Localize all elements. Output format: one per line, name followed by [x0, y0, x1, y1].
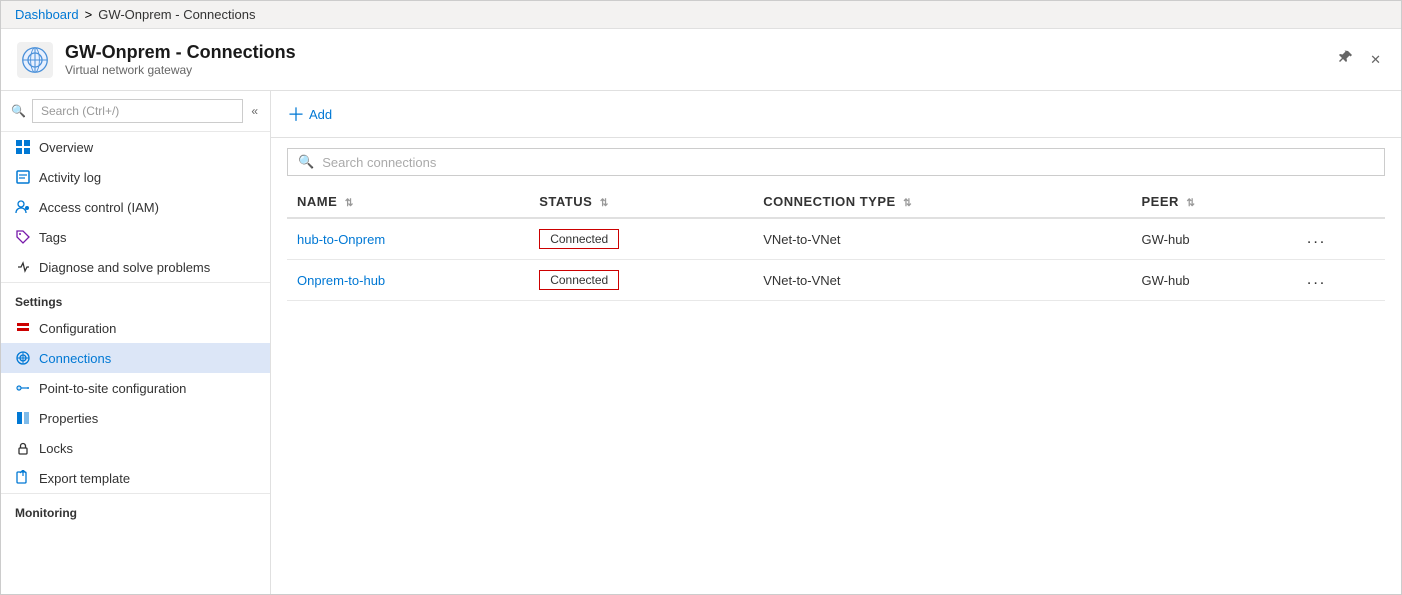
- row2-peer: GW-hub: [1131, 260, 1296, 301]
- table-row: Onprem-to-hub Connected VNet-to-VNet GW-…: [287, 260, 1385, 301]
- col-actions: [1297, 186, 1385, 218]
- sort-icon-type: ⇅: [903, 198, 912, 209]
- pin-button[interactable]: [1334, 45, 1358, 74]
- breadcrumb-separator: >: [85, 7, 93, 22]
- add-icon: ＋: [287, 101, 305, 127]
- search-connections-input[interactable]: [322, 155, 1374, 170]
- sidebar-item-configuration[interactable]: Configuration: [1, 313, 270, 343]
- search-icon: 🔍: [298, 154, 314, 170]
- diagnose-icon: [15, 259, 31, 275]
- page-title: GW-Onprem - Connections: [65, 42, 296, 63]
- sidebar-item-activity-log[interactable]: Activity log: [1, 162, 270, 192]
- config-icon: [15, 320, 31, 336]
- page-subtitle: Virtual network gateway: [65, 63, 296, 77]
- sidebar-collapse-button[interactable]: «: [249, 102, 260, 120]
- activity-icon: [15, 169, 31, 185]
- page-icon: [17, 42, 53, 78]
- sidebar-item-properties[interactable]: Properties: [1, 403, 270, 433]
- sort-icon-peer: ⇅: [1186, 198, 1195, 209]
- sidebar-item-point-to-site[interactable]: Point-to-site configuration: [1, 373, 270, 403]
- settings-section-label: Settings: [1, 282, 270, 313]
- row1-connection-type: VNet-to-VNet: [753, 218, 1131, 260]
- sidebar-item-overview[interactable]: Overview: [1, 132, 270, 162]
- content-area: ＋ Add 🔍 NAME ⇅: [271, 91, 1401, 594]
- search-bar: 🔍: [287, 148, 1385, 176]
- sidebar-item-locks[interactable]: Locks: [1, 433, 270, 463]
- breadcrumb-current: GW-Onprem - Connections: [98, 7, 255, 22]
- sidebar-item-export-template[interactable]: Export template: [1, 463, 270, 493]
- content-toolbar: ＋ Add: [271, 91, 1401, 138]
- access-icon: [15, 199, 31, 215]
- table-row: hub-to-Onprem Connected VNet-to-VNet GW-…: [287, 218, 1385, 260]
- overview-icon: [15, 139, 31, 155]
- properties-icon: [15, 410, 31, 426]
- row1-status: Connected: [539, 229, 619, 249]
- row2-status: Connected: [539, 270, 619, 290]
- sort-icon-name: ⇅: [345, 198, 354, 209]
- export-icon: [15, 470, 31, 486]
- col-status[interactable]: STATUS ⇅: [529, 186, 753, 218]
- col-name[interactable]: NAME ⇅: [287, 186, 529, 218]
- connections-table: NAME ⇅ STATUS ⇅ CONNECTION TYPE ⇅: [287, 186, 1385, 301]
- monitoring-section-label: Monitoring: [1, 493, 270, 524]
- col-peer[interactable]: PEER ⇅: [1131, 186, 1296, 218]
- col-connection-type[interactable]: CONNECTION TYPE ⇅: [753, 186, 1131, 218]
- page-header: GW-Onprem - Connections Virtual network …: [1, 29, 1401, 91]
- row2-connection-type: VNet-to-VNet: [753, 260, 1131, 301]
- sidebar-item-tags[interactable]: Tags: [1, 222, 270, 252]
- row1-name[interactable]: hub-to-Onprem: [297, 232, 385, 247]
- breadcrumb-parent[interactable]: Dashboard: [15, 7, 79, 22]
- connections-icon: [15, 350, 31, 366]
- breadcrumb: Dashboard > GW-Onprem - Connections: [1, 1, 1401, 29]
- row1-more-button[interactable]: ...: [1307, 230, 1326, 248]
- row2-name[interactable]: Onprem-to-hub: [297, 273, 385, 288]
- sidebar-item-access-control[interactable]: Access control (IAM): [1, 192, 270, 222]
- connections-table-container: NAME ⇅ STATUS ⇅ CONNECTION TYPE ⇅: [271, 186, 1401, 301]
- tags-icon: [15, 229, 31, 245]
- locks-icon: [15, 440, 31, 456]
- gateway-icon: [21, 46, 49, 74]
- sidebar-search-icon: 🔍: [11, 104, 26, 118]
- sidebar-item-connections[interactable]: Connections: [1, 343, 270, 373]
- p2s-icon: [15, 380, 31, 396]
- sidebar-search-input[interactable]: [32, 99, 243, 123]
- row1-peer: GW-hub: [1131, 218, 1296, 260]
- add-button[interactable]: ＋ Add: [287, 101, 332, 127]
- sidebar-item-diagnose[interactable]: Diagnose and solve problems: [1, 252, 270, 282]
- sidebar: 🔍 « Overview Activity log: [1, 91, 271, 594]
- sort-icon-status: ⇅: [600, 198, 609, 209]
- row2-more-button[interactable]: ...: [1307, 271, 1326, 289]
- close-button[interactable]: ✕: [1366, 47, 1385, 73]
